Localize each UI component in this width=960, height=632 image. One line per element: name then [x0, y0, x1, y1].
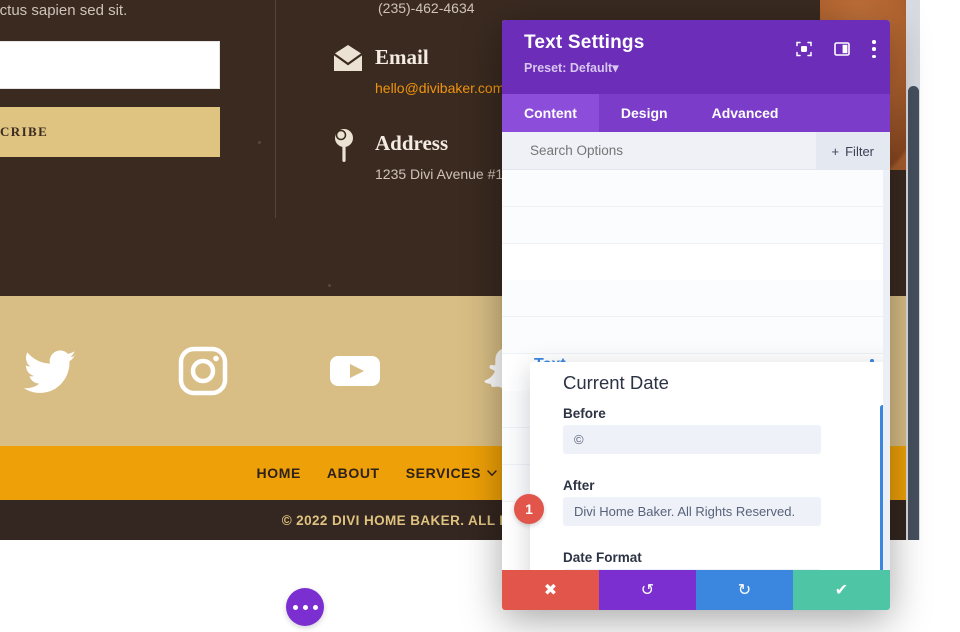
- decor-speck: [328, 284, 331, 287]
- more-vertical-icon[interactable]: [872, 40, 876, 58]
- date-format-label: Date Format: [563, 550, 642, 565]
- option-row[interactable]: [502, 170, 890, 207]
- modal-tabs: Content Design Advanced: [502, 94, 890, 132]
- modal-scrollbar[interactable]: [883, 170, 890, 580]
- map-pin-icon: [330, 128, 366, 164]
- menu-label: ABOUT: [326, 465, 380, 481]
- screen: lectus sapien sed sit. CRIBE (235)-462-4…: [0, 0, 960, 632]
- cancel-button[interactable]: ✖: [502, 570, 599, 610]
- builder-fab-button[interactable]: [286, 588, 324, 626]
- chevron-down-icon: ▾: [612, 61, 619, 75]
- menu-item-home[interactable]: HOME: [257, 465, 301, 481]
- plus-icon: +: [831, 143, 840, 159]
- fab-dot: [312, 604, 318, 610]
- contact-email-value[interactable]: hello@divibaker.com: [375, 80, 504, 96]
- option-row[interactable]: [502, 207, 890, 244]
- footer-divider: [275, 0, 276, 218]
- tab-design[interactable]: Design: [599, 94, 690, 132]
- dynamic-content-title: Current Date: [563, 372, 669, 393]
- modal-footer: ✖ ↺ ↻ ✔: [502, 570, 890, 610]
- tab-advanced[interactable]: Advanced: [690, 94, 801, 132]
- option-row[interactable]: [502, 280, 890, 317]
- save-button[interactable]: ✔: [793, 570, 890, 610]
- modal-preset[interactable]: Preset: Default▾: [524, 60, 872, 75]
- newsletter-text: lectus sapien sed sit.: [0, 2, 128, 19]
- modal-header: Text Settings Preset: Default▾: [502, 20, 890, 94]
- contact-email-title: Email: [375, 45, 429, 69]
- after-field-label: After: [563, 478, 595, 493]
- tab-content[interactable]: Content: [502, 94, 599, 132]
- focus-icon[interactable]: [796, 41, 812, 57]
- twitter-icon[interactable]: [22, 342, 80, 400]
- menu-item-services[interactable]: SERVICES: [406, 465, 497, 481]
- modal-header-icons: [796, 40, 876, 58]
- before-field-input[interactable]: [563, 425, 821, 454]
- decor-speck: [258, 141, 261, 144]
- menu-label: SERVICES: [405, 465, 482, 481]
- fab-dot: [292, 604, 298, 610]
- undo-button[interactable]: ↺: [599, 570, 696, 610]
- contact-address-title: Address: [375, 131, 449, 155]
- search-bar: + Filter: [502, 132, 890, 170]
- step-badge: 1: [514, 494, 544, 524]
- modal-preset-label: Preset: Default: [524, 61, 613, 75]
- page-scrollbar-thumb[interactable]: [908, 86, 919, 540]
- page-scrollbar[interactable]: [906, 0, 920, 540]
- menu-item-about[interactable]: ABOUT: [327, 465, 380, 481]
- filter-button[interactable]: + Filter: [815, 132, 890, 170]
- layout-panel-icon[interactable]: [834, 41, 850, 57]
- before-field-label: Before: [563, 406, 606, 421]
- options-area: Text Current Date Before After Date Form…: [502, 170, 890, 610]
- after-field-input[interactable]: [563, 497, 821, 526]
- subscribe-button[interactable]: CRIBE: [0, 107, 220, 157]
- instagram-icon[interactable]: [174, 342, 232, 400]
- chevron-down-icon: [487, 469, 497, 476]
- contact-address-value: 1235 Divi Avenue #10: [375, 166, 511, 182]
- fab-dot: [302, 604, 308, 610]
- contact-address-block: Address 1235 Divi Avenue #10: [330, 128, 520, 198]
- youtube-icon[interactable]: [326, 342, 384, 400]
- menu-label: HOME: [256, 465, 301, 481]
- redo-button[interactable]: ↻: [696, 570, 793, 610]
- filter-button-label: Filter: [845, 143, 874, 159]
- contact-phone: (235)-462-4634: [378, 0, 475, 16]
- text-settings-modal: Text Settings Preset: Default▾ Content D…: [502, 20, 890, 610]
- newsletter-email-input[interactable]: [0, 41, 220, 89]
- envelope-icon: [330, 42, 366, 78]
- option-row[interactable]: [502, 317, 890, 354]
- contact-email-block: Email hello@divibaker.com: [330, 42, 520, 112]
